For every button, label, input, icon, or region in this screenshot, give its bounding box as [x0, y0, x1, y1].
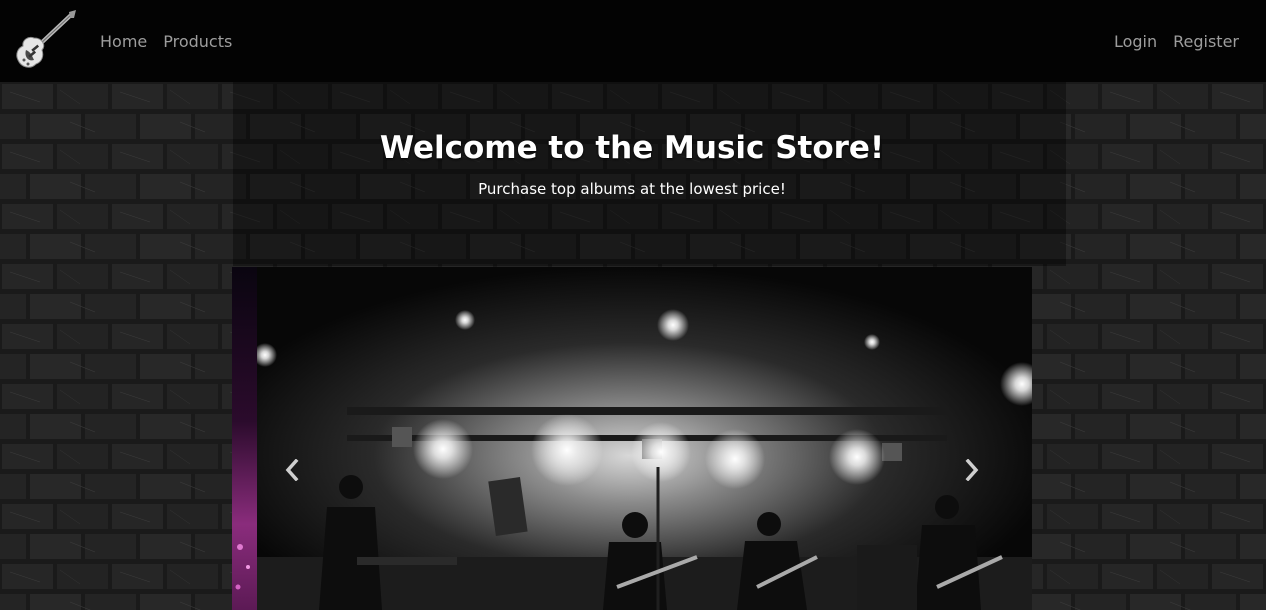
- nav-link-products[interactable]: Products: [163, 32, 232, 52]
- carousel-next-button[interactable]: [960, 455, 984, 485]
- nav-link-login[interactable]: Login: [1114, 32, 1157, 52]
- jumbotron-overlay: [233, 82, 1066, 266]
- carousel-prev-button[interactable]: [280, 455, 304, 485]
- page-subtitle: Purchase top albums at the lowest price!: [478, 180, 786, 198]
- carousel-prev-slide-image: [232, 267, 257, 610]
- chevron-right-icon: [965, 459, 979, 481]
- carousel-slide-concert-image: [257, 267, 1032, 610]
- navbar: Home Products Login Register: [0, 0, 1266, 82]
- guitar-icon: [16, 10, 76, 68]
- page-title: Welcome to the Music Store!: [379, 130, 885, 166]
- nav-account: Login Register: [1114, 32, 1239, 52]
- chevron-left-icon: [285, 459, 299, 481]
- brand-logo[interactable]: [14, 10, 78, 72]
- image-carousel[interactable]: [232, 267, 1032, 610]
- nav-primary: Home Products: [100, 32, 232, 52]
- hero-section: Welcome to the Music Store! Purchase top…: [0, 82, 1266, 610]
- nav-link-register[interactable]: Register: [1173, 32, 1239, 52]
- nav-link-home[interactable]: Home: [100, 32, 147, 52]
